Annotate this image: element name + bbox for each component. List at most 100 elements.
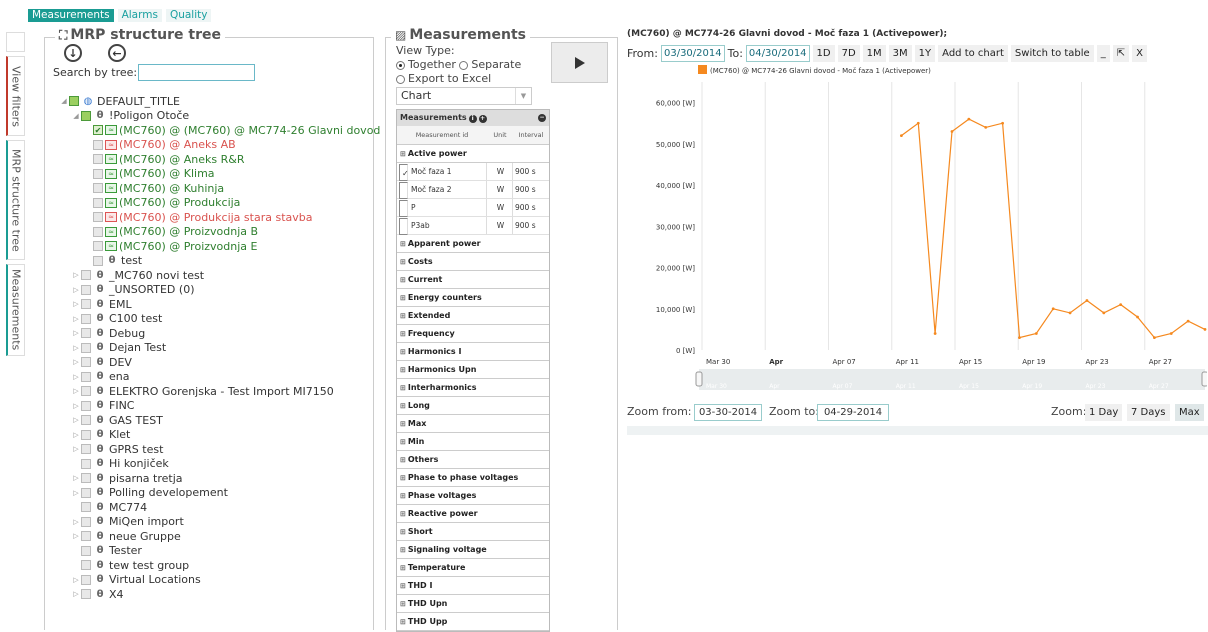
tree-checkbox[interactable] [81,444,91,454]
zoom-7-days-button[interactable]: 7 Days [1127,404,1170,421]
group-expand-icon[interactable]: ⊞ [400,510,406,518]
tree-checkbox[interactable] [93,241,103,251]
range-1m-button[interactable]: 1M [862,44,886,62]
tree-node[interactable]: ≈ (MC760) @ Produkcija [83,196,240,210]
tree-node[interactable]: ✔ ≈ (MC760) @ (MC760) @ MC774-26 Glavni do… [83,123,380,137]
tree-node[interactable]: ▷ θ C100 test [71,312,162,326]
tree-checkbox[interactable] [69,96,79,106]
tree-checkbox[interactable] [81,487,91,498]
measurement-group[interactable]: ⊞ Current [397,271,549,289]
collapsed-arrow-icon[interactable]: ▷ [71,344,81,352]
tree-checkbox[interactable]: ✔ [93,125,103,135]
tree-node[interactable]: ≈ (MC760) @ Proizvodnja B [83,225,258,239]
tab-quality[interactable]: Quality [165,9,212,22]
measurement-group[interactable]: ⊞ Others [397,451,549,469]
range-1y-button[interactable]: 1Y [914,44,936,62]
tree-node[interactable]: ▷ θ ena [71,370,129,384]
measurement-group[interactable]: ⊞ THD Upp [397,613,549,631]
tree-node[interactable]: ≈ (MC760) @ Proizvodnja E [83,239,257,253]
collapsed-arrow-icon[interactable]: ▷ [71,315,81,323]
col-measurement-id[interactable]: Measurement id [397,131,487,139]
group-expand-icon[interactable]: ⊞ [400,240,406,248]
tree-checkbox[interactable] [81,371,91,382]
switch-to-table-button[interactable]: Switch to table [1010,44,1094,62]
close-chart-button[interactable]: X [1132,44,1147,62]
tree-node[interactable]: ≈ (MC760) @ Produkcija stara stavba [83,210,312,224]
side-tab-mrp-structure-tree[interactable]: MRP structure tree [6,140,25,260]
measurement-checkbox[interactable] [399,217,408,235]
tree-checkbox[interactable] [81,574,91,585]
tree-checkbox[interactable] [81,400,91,411]
collapsed-arrow-icon[interactable]: ▷ [71,402,81,410]
tree-checkbox[interactable] [93,154,103,164]
popout-icon[interactable]: ⇱ [1112,44,1130,62]
measurement-group[interactable]: ⊞ Apparent power [397,235,549,253]
tree-node[interactable]: ▷ θ FINC [71,399,134,413]
tree-node[interactable]: ▷ θ ELEKTRO Gorenjska - Test Import MI7150 [71,384,333,398]
tree-node[interactable]: ▷ θ Debug [71,326,145,340]
group-expand-icon[interactable]: ⊞ [400,366,406,374]
radio-icon[interactable] [459,60,469,70]
back-arrow-icon[interactable]: ← [108,44,126,62]
tree-node[interactable]: ▷ θ EML [71,297,131,311]
tree-checkbox[interactable] [93,212,103,222]
collapsed-arrow-icon[interactable]: ▷ [71,576,81,584]
tree-node[interactable]: ≈ (MC760) @ Klima [83,167,215,181]
radio-export-excel[interactable]: Export to Excel [396,72,521,86]
tree-node[interactable]: ▷ θ MiQen import [71,515,183,529]
add-icon[interactable]: + [478,115,487,123]
measurement-group[interactable]: ⊞ Long [397,397,549,415]
tree-node[interactable]: θ tew test group [71,558,189,572]
range-7d-button[interactable]: 7D [837,44,860,62]
tree-checkbox[interactable] [81,110,91,121]
radio-icon[interactable] [396,60,405,70]
measurement-group[interactable]: ⊞ Harmonics Upn [397,361,549,379]
tree-checkbox[interactable] [81,270,91,280]
tree-node[interactable]: ▷ θ neue Gruppe [71,529,180,543]
measurement-group[interactable]: ⊞ Energy counters [397,289,549,307]
tree-node[interactable]: ▷ θ Virtual Locations [71,573,200,587]
group-expand-icon[interactable]: ⊞ [400,330,406,338]
measurement-row[interactable]: P W 900 s [397,199,549,217]
measurement-group[interactable]: ⊞ Interharmonics [397,379,549,397]
tree-node[interactable]: θ test [83,254,142,268]
collapse-icon[interactable]: − [538,114,546,122]
tree-node[interactable]: ▷ θ GPRS test [71,442,163,456]
collapsed-arrow-icon[interactable]: ▷ [71,329,81,337]
group-expand-icon[interactable]: ⊞ [400,312,406,320]
group-expand-icon[interactable]: ⊞ [400,420,406,428]
side-tab-measurements[interactable]: Measurements [6,264,25,356]
group-expand-icon[interactable]: ⊞ [400,492,406,500]
collapsed-arrow-icon[interactable]: ▷ [71,474,81,482]
collapsed-arrow-icon[interactable]: ▷ [71,532,81,540]
collapsed-arrow-icon[interactable]: ▷ [71,286,81,294]
measurement-group[interactable]: ⊞ Frequency [397,325,549,343]
zoom-to-input[interactable]: 04-29-2014 [817,404,889,421]
chart-type-select[interactable]: Chart ▼ [396,87,532,105]
measurement-group[interactable]: ⊞ THD I [397,577,549,595]
group-expand-icon[interactable]: ⊞ [400,600,406,608]
expanded-arrow-icon[interactable]: ◢ [59,97,69,105]
measurement-group[interactable]: ⊞ Phase voltages [397,487,549,505]
tree-node[interactable]: ≈ (MC760) @ Kuhinja [83,181,224,195]
tree-node[interactable]: ≈ (MC760) @ Aneks R&R [83,152,244,166]
tree-checkbox[interactable] [93,255,103,266]
side-tab-view-filters[interactable]: View filters [6,56,25,136]
group-expand-icon[interactable]: ⊞ [400,474,406,482]
tree-checkbox[interactable] [93,183,103,193]
zoom-max-button[interactable]: Max [1175,404,1204,421]
tree-node[interactable]: ◢ θ !Poligon Otoče [71,109,189,123]
expanded-arrow-icon[interactable]: ◢ [71,112,81,120]
info-icon[interactable]: i [468,115,477,123]
tree-checkbox[interactable] [81,284,91,295]
collapsed-arrow-icon[interactable]: ▷ [71,489,81,497]
group-expand-icon[interactable]: ⊞ [400,276,406,284]
tab-measurements[interactable]: Measurements [28,9,114,22]
group-expand-icon[interactable]: ⊞ [400,456,406,464]
collapsed-arrow-icon[interactable]: ▷ [71,373,81,381]
add-to-chart-button[interactable]: Add to chart [938,44,1008,62]
tree-checkbox[interactable] [93,139,103,150]
tree-node[interactable]: θ Hi konjiček [71,457,169,471]
col-unit[interactable]: Unit [487,131,513,139]
play-button[interactable] [551,42,608,83]
